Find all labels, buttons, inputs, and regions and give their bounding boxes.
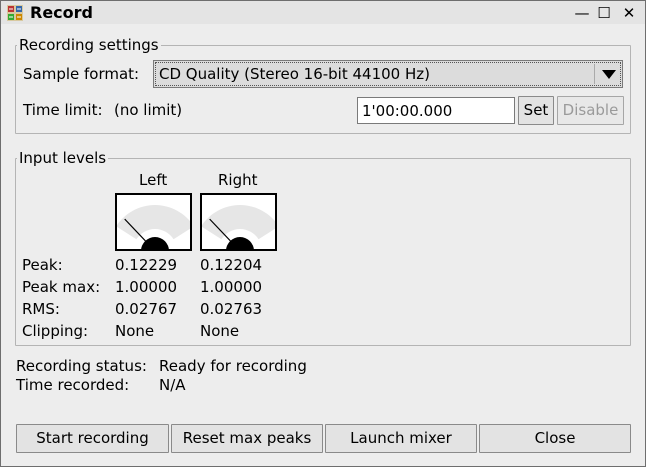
- start-recording-button[interactable]: Start recording: [16, 424, 169, 453]
- sample-format-combo[interactable]: CD Quality (Stereo 16-bit 44100 Hz): [153, 60, 623, 88]
- minimize-icon[interactable]: —: [572, 3, 592, 23]
- level-meter-right: [200, 193, 277, 251]
- reset-max-peaks-button[interactable]: Reset max peaks: [171, 424, 323, 453]
- input-levels-group: Input levels: [15, 149, 631, 346]
- clipping-right-value: None: [200, 322, 240, 340]
- time-recorded-label: Time recorded:: [16, 376, 130, 394]
- recording-status-label: Recording status:: [16, 357, 147, 375]
- record-dialog: Record — ☐ ✕ Recording settings Sample f…: [0, 0, 646, 467]
- maximize-icon[interactable]: ☐: [594, 3, 614, 23]
- title-bar[interactable]: Record — ☐ ✕: [1, 1, 645, 24]
- app-icon: [7, 5, 23, 21]
- peak-max-label: Peak max:: [22, 278, 101, 296]
- set-button[interactable]: Set: [518, 96, 554, 125]
- peak-left-value: 0.12229: [115, 256, 178, 274]
- vu-meter-icon: [117, 205, 190, 249]
- rms-label: RMS:: [22, 300, 60, 318]
- close-icon[interactable]: ✕: [619, 3, 639, 23]
- peak-max-right-value: 1.00000: [200, 278, 263, 296]
- channel-name-right: Right: [218, 171, 258, 189]
- disable-button[interactable]: Disable: [557, 96, 624, 125]
- rms-right-value: 0.02763: [200, 300, 263, 318]
- time-recorded-value: N/A: [159, 376, 186, 394]
- close-button[interactable]: Close: [479, 424, 631, 453]
- peak-max-left-value: 1.00000: [115, 278, 178, 296]
- clipping-left-value: None: [115, 322, 155, 340]
- meter-hub: [226, 237, 254, 249]
- peak-right-value: 0.12204: [200, 256, 263, 274]
- recording-settings-legend: Recording settings: [19, 36, 159, 54]
- time-limit-input[interactable]: [357, 97, 515, 124]
- time-limit-label: Time limit:: [23, 101, 103, 119]
- time-limit-status: (no limit): [114, 101, 183, 119]
- meter-hub: [141, 237, 169, 249]
- peak-label: Peak:: [22, 256, 63, 274]
- chevron-down-icon[interactable]: [602, 70, 616, 79]
- vu-meter-icon: [202, 205, 275, 249]
- recording-status-value: Ready for recording: [159, 357, 307, 375]
- level-meter-left: [115, 193, 192, 251]
- window-title: Record: [30, 3, 93, 22]
- channel-name-left: Left: [139, 171, 168, 189]
- combo-separator: [594, 64, 595, 84]
- input-levels-legend: Input levels: [19, 149, 107, 167]
- rms-left-value: 0.02767: [115, 300, 178, 318]
- sample-format-label: Sample format:: [23, 65, 140, 83]
- clipping-label: Clipping:: [22, 322, 89, 340]
- sample-format-value: CD Quality (Stereo 16-bit 44100 Hz): [159, 65, 430, 83]
- launch-mixer-button[interactable]: Launch mixer: [325, 424, 477, 453]
